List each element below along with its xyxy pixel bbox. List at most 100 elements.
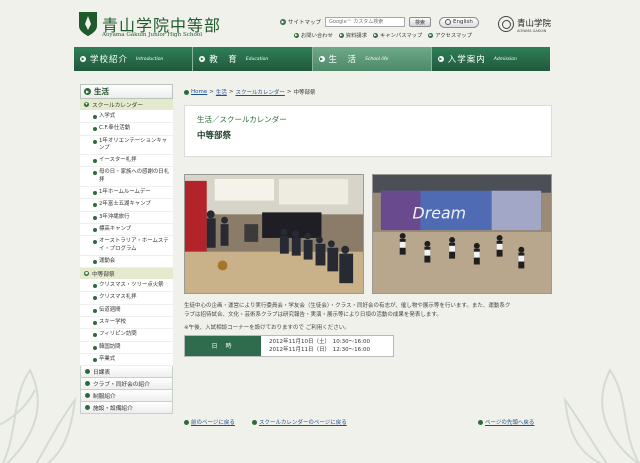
sidebar-item[interactable]: 標高キャンプ [80,223,173,237]
sidebar-item[interactable]: 卒業式 [80,353,173,367]
campus-map-link[interactable]: ▶ キャンパスマップ [373,31,422,39]
search-button[interactable]: 検索 [409,17,432,27]
bullet-icon [93,203,97,208]
nav-label: 教 育 [209,55,238,65]
sidebar-item[interactable]: 1年オリエンテーションキャンプ [80,135,173,156]
search-input[interactable] [325,17,406,27]
arrow-icon: ▶ [84,88,91,95]
sidebar-item-clubs[interactable]: クラブ・同好会の紹介 [80,378,173,391]
sidebar-heading[interactable]: ▶ 生活 [80,84,173,99]
sidebar-item-label: 韓国訪問 [99,343,121,350]
back-link-label: 前のページに戻る [191,420,235,426]
sidebar-item-label: 1年ホームルームデー [99,189,151,196]
crest-icon [79,12,97,36]
nav-school-life[interactable]: ▶ 生 活 School life [312,47,432,71]
arrow-icon: ▶ [437,56,444,62]
back-link[interactable]: 前のページに戻る [184,418,235,426]
sidebar-item[interactable]: 2年富士五湖キャンプ [80,199,173,212]
nav-label-en: Introduction [136,56,164,62]
globe-icon [445,19,452,25]
seal-icon [498,16,514,32]
sidebar-item[interactable]: スキー学校 [80,317,173,330]
festival-photo-gym-dance: Dream [372,174,552,294]
school-name-english: Aoyama Gakuin Junior High School [102,32,203,38]
bullet-icon [93,191,97,196]
bullet-icon [93,308,97,313]
breadcrumb-calendar[interactable]: スクールカレンダー [235,88,284,96]
page: 青山学院中等部 Aoyama Gakuin Junior High School… [0,0,640,463]
sidebar-item[interactable]: 入学式 [80,111,173,124]
quick-links: ▶ お問い合わせ ▶ 資料請求 ▶ キャンパスマップ ▶ アクセスマップ [294,31,472,39]
sidebar-item[interactable]: クリスマス・ツリー点火祭 [80,280,173,293]
sidebar-item[interactable]: C.F.奉仕活動 [80,123,173,136]
bullet-icon [93,259,97,264]
campus-map-label: キャンパスマップ [380,33,423,39]
aoyama-gakuin-logo[interactable]: 青山学院 AOYAMA GAKUIN [498,16,552,38]
sidebar-item-label: 運動会 [99,257,116,264]
main-content: Home > 生活 > スクールカレンダー > 中等部祭 生活／スクールカレンダ… [184,87,552,357]
sidebar-item[interactable]: フィリピン訪問 [80,329,173,342]
sidebar-item[interactable]: オーストラリア・ホームステイ・プログラム [80,236,173,256]
sidebar-item[interactable]: クリスマス礼拝 [80,292,173,305]
access-map-link[interactable]: ▶ アクセスマップ [428,31,472,39]
breadcrumb-separator: > [228,89,234,95]
sidebar-item-label: 入学式 [99,113,116,119]
breadcrumb-home[interactable]: Home [191,89,207,95]
breadcrumb-life[interactable]: 生活 [216,88,227,96]
bullet-icon [85,393,90,399]
sitemap-link[interactable]: ▶ サイトマップ [280,18,321,26]
date-table: 日 時 2012年11月10日（土） 10:30〜16:00 2012年11月1… [184,334,394,357]
access-map-label: アクセスマップ [435,33,472,39]
breadcrumb-current: 中等部祭 [293,90,316,96]
bullet-icon [93,159,97,164]
date-values: 2012年11月10日（土） 10:30〜16:00 2012年11月11日（日… [261,335,393,356]
sidebar-item-label: 2年富士五湖キャンプ [99,201,151,208]
sidebar-item[interactable]: 伝道週間 [80,304,173,318]
calendar-link[interactable]: スクールカレンダーのページに戻る [252,418,347,426]
school-logo[interactable]: 青山学院中等部 Aoyama Gakuin Junior High School [74,11,224,41]
bullet-icon [93,127,97,132]
nav-admission[interactable]: ▶ 入学案内 Admission [431,47,550,71]
bullet-icon [93,333,97,338]
brochure-link[interactable]: ▶ 資料請求 [338,31,367,39]
arrow-icon: ▶ [80,56,86,62]
arrow-up-icon [478,419,483,425]
sidebar-item[interactable]: 3年沖縄旅行 [80,211,173,224]
nav-label-en: School life [365,56,389,62]
arrow-icon: ▶ [280,19,286,25]
page-top-link[interactable]: ページの先頭へ戻る [478,418,534,426]
sidebar-item[interactable]: 母の日・家族への感謝の日礼拝 [80,167,173,188]
festival-photo-classroom [184,174,364,294]
sidebar-item-timetable[interactable]: 日課表 [80,366,173,379]
english-button[interactable]: English [439,16,479,28]
event-description: 生徒中心の企画・運営により実行委員会・学友会（生徒会）・クラス・同好会の有志が、… [184,302,552,320]
corp-name: 青山学院 [517,19,552,29]
sidebar-item-label: 3年沖縄旅行 [99,213,130,220]
bullet-icon [93,284,97,289]
corp-sub: AOYAMA GAKUIN [517,29,547,33]
sidebar-item-label: 中等部祭 [92,272,115,279]
breadcrumb: Home > 生活 > スクールカレンダー > 中等部祭 [184,87,552,97]
contact-label: お問い合わせ [301,33,333,39]
nav-education[interactable]: ▶ 教 育 Education [193,47,313,71]
sidebar-item[interactable]: 1年ホームルームデー [80,187,173,200]
sidebar-section-calendar[interactable]: ▼ スクールカレンダー [80,99,173,111]
bullet-icon [93,296,97,301]
arrow-icon: ▶ [373,32,378,38]
bullet-icon [85,381,90,387]
bullet-icon [85,405,90,411]
sidebar-item[interactable]: イースター礼拝 [80,155,173,168]
sidebar-item-uniform[interactable]: 制服紹介 [80,390,173,403]
footer-links: 前のページに戻る スクールカレンダーのページに戻る ページの先頭へ戻る [184,418,552,428]
sidebar-item[interactable]: 運動会 [80,255,173,269]
sidebar-item-label: フィリピン訪問 [99,331,137,338]
sidebar-item-school-festival[interactable]: ● 中等部祭 [80,268,173,281]
contact-link[interactable]: ▶ お問い合わせ [294,31,333,39]
bullet-icon: ● [84,271,89,277]
sidebar-item-label: 母の日・家族への感謝の日礼拝 [99,169,170,183]
sidebar-item-label: 制服紹介 [93,394,116,401]
sidebar-item-facilities[interactable]: 施設・設備紹介 [80,402,173,415]
sidebar-item-label: クリスマス礼拝 [99,294,137,301]
nav-introduction[interactable]: ▶ 学校紹介 Introduction [74,47,194,71]
sidebar-item[interactable]: 韓国訪問 [80,341,173,354]
